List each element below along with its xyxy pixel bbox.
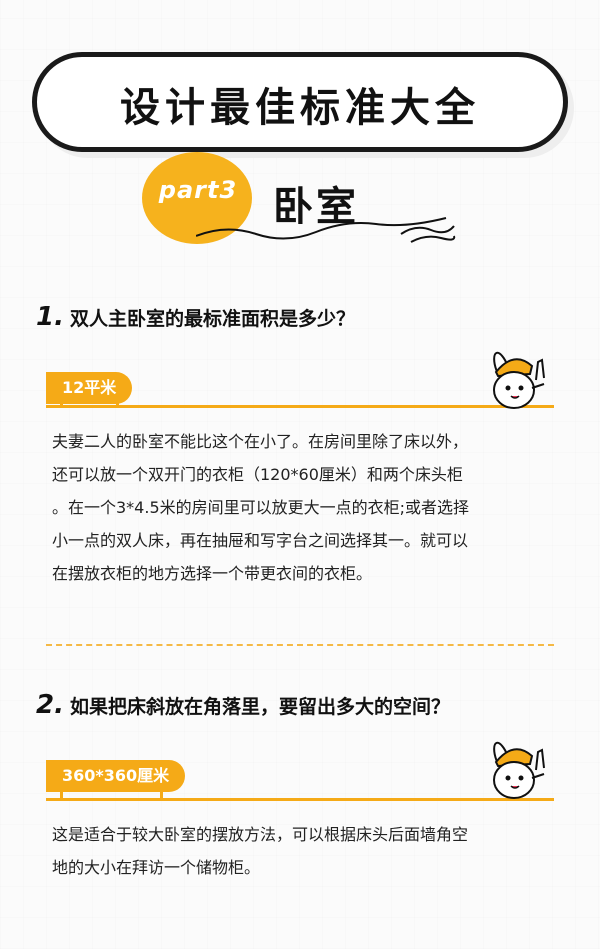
- text-line: 小一点的双人床，再在抽屉和写字台之间选择其一。就可以: [52, 531, 469, 550]
- tag-tick: [60, 397, 63, 405]
- answer-tag: 12平米: [46, 372, 133, 404]
- text-line: 还可以放一个双开门的衣柜（120*60厘米）和两个床头柜: [52, 465, 463, 484]
- text-line: 在摆放衣柜的地方选择一个带更衣间的衣柜。: [52, 564, 373, 583]
- tag-tick: [116, 397, 119, 405]
- question-1: 1. 双人主卧室的最标准面积是多少？: [36, 302, 355, 332]
- text-line: 夫妻二人的卧室不能比这个在小了。在房间里除了床以外，: [52, 432, 469, 451]
- rabbit-mascot-icon: [493, 351, 545, 409]
- text-line: 。在一个3*4.5米的房间里可以放更大一点的衣柜;或者选择: [52, 498, 470, 517]
- part-label: part3: [158, 176, 238, 204]
- answer-text-2: 这是适合于较大卧室的摆放方法，可以根据床头后面墙角空 地的大小在拜访一个储物柜。: [52, 818, 552, 884]
- text-line: 地的大小在拜访一个储物柜。: [52, 858, 261, 877]
- wave-decoration-icon: [196, 217, 456, 243]
- question-text: 如果把床斜放在角落里，要留出多大的空间？: [69, 696, 450, 718]
- section-divider: [46, 644, 554, 646]
- title-banner: 设计最佳标准大全: [32, 52, 568, 152]
- page-title: 设计最佳标准大全: [120, 85, 480, 131]
- rabbit-mascot-icon: [493, 741, 545, 799]
- tag-tick: [160, 790, 163, 798]
- tag-tick: [60, 790, 63, 798]
- question-number: 1.: [36, 302, 64, 332]
- question-text: 双人主卧室的最标准面积是多少？: [69, 308, 355, 330]
- answer-tag: 360*360厘米: [46, 760, 186, 792]
- question-number: 2.: [36, 690, 64, 720]
- question-2: 2. 如果把床斜放在角落里，要留出多大的空间？: [36, 690, 450, 720]
- text-line: 这是适合于较大卧室的摆放方法，可以根据床头后面墙角空: [52, 825, 469, 844]
- answer-text-1: 夫妻二人的卧室不能比这个在小了。在房间里除了床以外， 还可以放一个双开门的衣柜（…: [52, 425, 552, 590]
